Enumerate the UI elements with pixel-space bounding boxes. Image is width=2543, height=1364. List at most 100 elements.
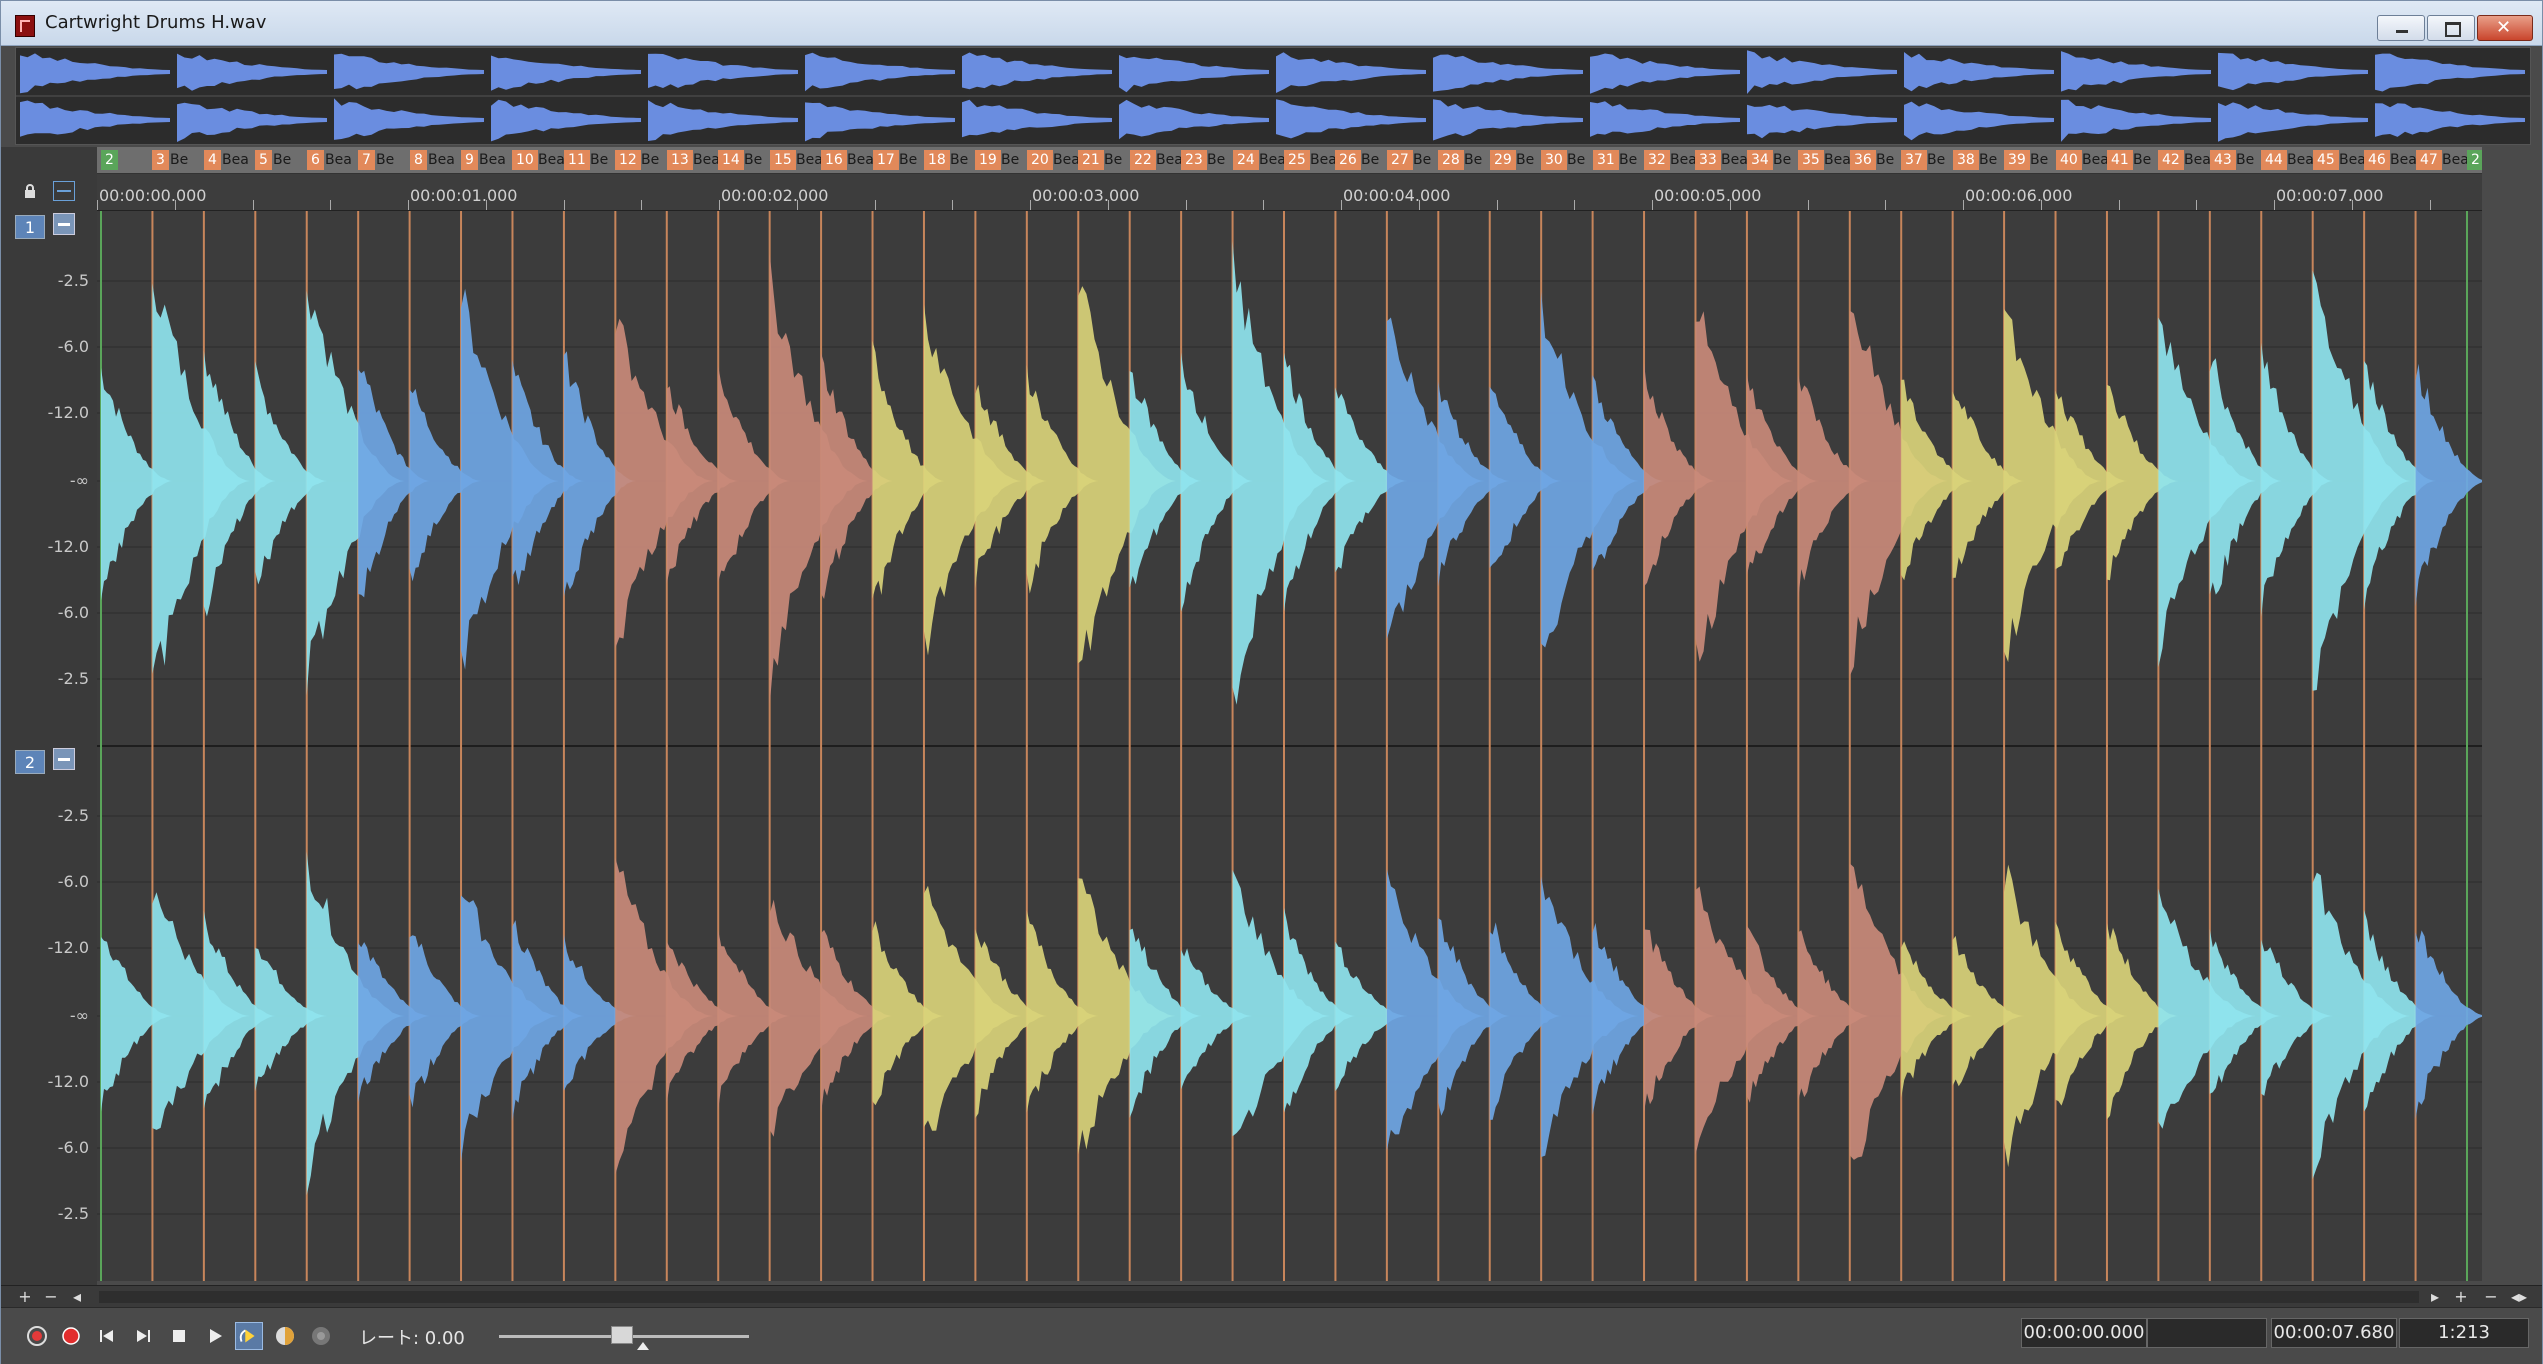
go-to-start-icon[interactable]	[93, 1322, 121, 1350]
horizontal-scrollbar[interactable]: + − ◂ ▸ + − ◂▸	[1, 1285, 2542, 1308]
marker-18[interactable]: 20	[1027, 150, 1053, 170]
rate-label: レート: 0.00	[359, 1328, 465, 1349]
marker-23[interactable]: 25	[1284, 150, 1310, 170]
scroll-right-button[interactable]: ▸	[2425, 1287, 2445, 1307]
marker-40[interactable]: 42	[2158, 150, 2184, 170]
marker-17[interactable]: 19	[975, 150, 1001, 170]
fit-button[interactable]: ◂▸	[2509, 1287, 2529, 1307]
marker-33[interactable]: 35	[1798, 150, 1824, 170]
marker-7[interactable]: 9	[461, 150, 478, 170]
marker-36[interactable]: 38	[1953, 150, 1979, 170]
marker-21[interactable]: 23	[1181, 150, 1207, 170]
marker-46[interactable]: 2	[2467, 150, 2482, 170]
marker-27[interactable]: 29	[1490, 150, 1516, 170]
marker-12[interactable]: 14	[718, 150, 744, 170]
channel-1-minimize-button[interactable]	[53, 213, 75, 235]
overview-hit	[177, 53, 327, 91]
end-time-field[interactable]: 00:00:07.680	[2271, 1318, 2397, 1348]
marker-6[interactable]: 8	[410, 150, 427, 170]
marker-24[interactable]: 26	[1335, 150, 1361, 170]
zoom-in-button[interactable]: +	[15, 1287, 35, 1307]
play-icon[interactable]	[201, 1322, 229, 1350]
time-tick	[330, 200, 331, 210]
marker-28[interactable]: 30	[1541, 150, 1567, 170]
marker-19[interactable]: 21	[1078, 150, 1104, 170]
time-tick	[2041, 200, 2042, 210]
marker-32[interactable]: 34	[1747, 150, 1773, 170]
marker-4[interactable]: 6	[307, 150, 324, 170]
record-icon[interactable]	[57, 1322, 85, 1350]
overview-hit	[1747, 50, 1897, 94]
marker-8[interactable]: 10	[512, 150, 538, 170]
record-arm-icon[interactable]	[23, 1322, 51, 1350]
zoom-in-right-button[interactable]: +	[2451, 1287, 2471, 1307]
marker-38[interactable]: 40	[2056, 150, 2082, 170]
marker-beat-label: Be	[641, 152, 660, 168]
time-ruler[interactable]: 00:00:00.000 00:00:01.000 00:00:02.000 00:0…	[97, 174, 2482, 211]
marker-41[interactable]: 43	[2210, 150, 2236, 170]
marker-16[interactable]: 18	[924, 150, 950, 170]
scroll-left-button[interactable]: ◂	[67, 1287, 87, 1307]
marker-14[interactable]: 16	[821, 150, 847, 170]
selection-length-field[interactable]	[2147, 1318, 2267, 1348]
marker-beat-label: Be	[170, 152, 189, 168]
rate-slider[interactable]	[499, 1322, 751, 1352]
marker-39[interactable]: 41	[2107, 150, 2133, 170]
marker-13[interactable]: 15	[770, 150, 796, 170]
maximize-button[interactable]	[2427, 15, 2475, 41]
marker-beat-label: Be	[1516, 152, 1535, 168]
overview-hit	[1904, 52, 2054, 92]
zoom-ratio-field[interactable]: 1:213	[2399, 1318, 2529, 1348]
go-to-end-icon[interactable]	[129, 1322, 157, 1350]
close-button[interactable]	[2477, 15, 2533, 41]
scroll-track[interactable]	[99, 1291, 2419, 1303]
selection-start-field[interactable]: 00:00:00.000	[2021, 1318, 2147, 1348]
marker-45[interactable]: 47	[2416, 150, 2442, 170]
channel-2-minimize-button[interactable]	[53, 748, 75, 770]
marker-bar[interactable]: 2 3 Be 4 Bea 5 Be 6 Bea 7 Be 8 Bea 9 Bea 10 Bea 11 Be 12 Be 1…	[97, 147, 2482, 174]
marker-1[interactable]: 3	[152, 150, 169, 170]
snap-icon[interactable]	[53, 181, 75, 201]
marker-9[interactable]: 11	[564, 150, 590, 170]
marker-25[interactable]: 27	[1387, 150, 1413, 170]
marker-30[interactable]: 32	[1644, 150, 1670, 170]
lock-icon[interactable]	[23, 184, 37, 198]
marker-11[interactable]: 13	[667, 150, 693, 170]
marker-37[interactable]: 39	[2004, 150, 2030, 170]
stop-icon[interactable]	[165, 1322, 193, 1350]
marker-3[interactable]: 5	[255, 150, 272, 170]
marker-20[interactable]: 22	[1130, 150, 1156, 170]
time-tick	[1030, 200, 1031, 210]
play-looped-icon[interactable]	[235, 1322, 263, 1350]
marker-42[interactable]: 44	[2261, 150, 2287, 170]
overview-hit	[1119, 55, 1269, 93]
scrub-icon[interactable]	[271, 1322, 299, 1350]
zoom-out-button[interactable]: −	[41, 1287, 61, 1307]
marker-0[interactable]: 2	[101, 150, 118, 170]
marker-beat-label: Be	[1773, 152, 1792, 168]
waveform-display[interactable]	[97, 211, 2482, 1281]
marker-35[interactable]: 37	[1901, 150, 1927, 170]
marker-43[interactable]: 45	[2313, 150, 2339, 170]
channel-2-badge[interactable]: 2	[15, 750, 45, 774]
time-tick	[486, 200, 487, 210]
waveform-overview[interactable]	[15, 47, 2531, 145]
minimize-button[interactable]	[2377, 15, 2425, 41]
marker-10[interactable]: 12	[615, 150, 641, 170]
marker-15[interactable]: 17	[873, 150, 899, 170]
zoom-out-right-button[interactable]: −	[2481, 1287, 2501, 1307]
marker-22[interactable]: 24	[1233, 150, 1259, 170]
marker-beat-label: Be	[950, 152, 969, 168]
marker-2[interactable]: 4	[204, 150, 221, 170]
marker-34[interactable]: 36	[1850, 150, 1876, 170]
channel-1-badge[interactable]: 1	[15, 215, 45, 239]
rate-slider-thumb[interactable]	[611, 1326, 633, 1344]
transport-bar: レート: 0.00 00:00:00.000 00:00:07.680 1:21…	[1, 1307, 2542, 1364]
marker-31[interactable]: 33	[1695, 150, 1721, 170]
metronome-icon[interactable]	[307, 1322, 335, 1350]
marker-5[interactable]: 7	[358, 150, 375, 170]
marker-26[interactable]: 28	[1438, 150, 1464, 170]
time-tick	[1652, 200, 1653, 210]
marker-29[interactable]: 31	[1593, 150, 1619, 170]
marker-44[interactable]: 46	[2364, 150, 2390, 170]
